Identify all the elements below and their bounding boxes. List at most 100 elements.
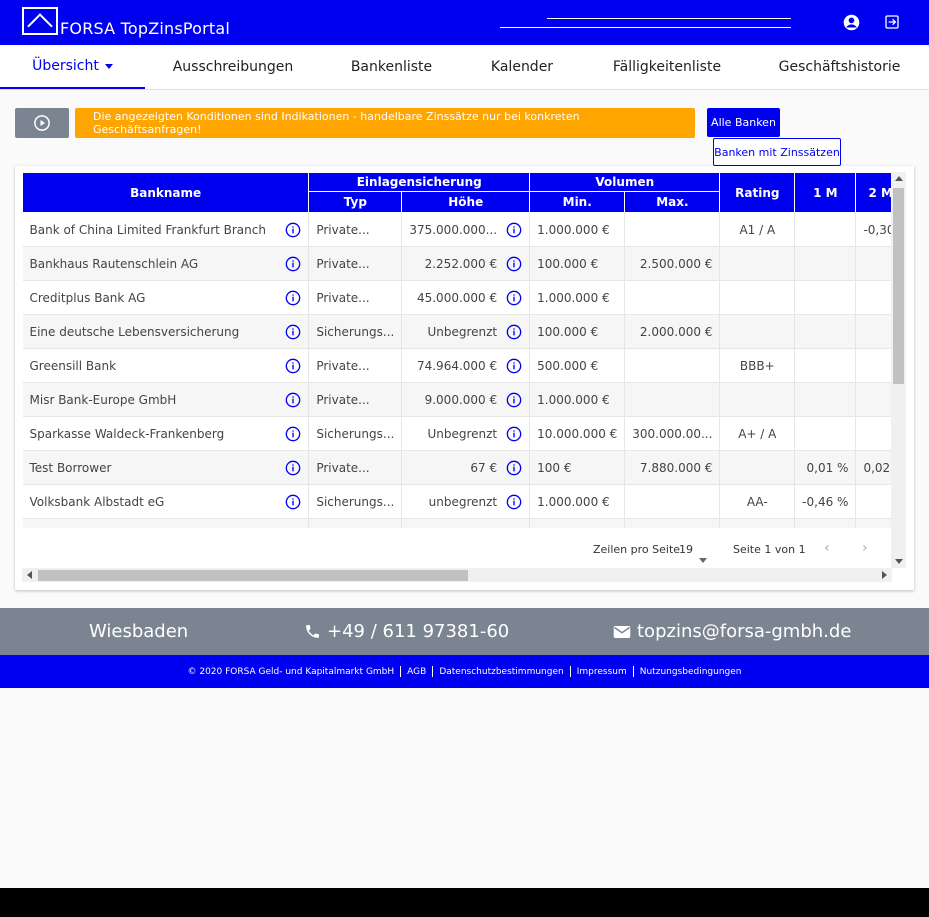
info-icon[interactable] xyxy=(506,494,522,510)
tab-uebersicht[interactable]: Übersicht xyxy=(0,45,145,89)
info-icon[interactable] xyxy=(285,256,301,272)
cell-hoehe: 2.252.000 € xyxy=(401,246,531,281)
link-nutzungsbedingungen[interactable]: Nutzungsbedingungen xyxy=(640,667,742,677)
vertical-scroll-thumb[interactable] xyxy=(893,188,904,384)
header-bankname[interactable]: Bankname xyxy=(22,172,310,213)
header-rating[interactable]: Rating xyxy=(719,172,796,213)
bank-name: Greensill Bank xyxy=(29,358,117,373)
table-row[interactable]: Sparkasse Waldeck-Frankenberg Sicherungs.… xyxy=(22,416,906,451)
table-row[interactable]: Test Borrower Private... 67 € 100 €7.880.00… xyxy=(22,450,906,485)
footer-phone[interactable]: +49 / 611 97381-60 xyxy=(304,621,509,642)
forsa-logo[interactable] xyxy=(22,7,58,35)
divider xyxy=(569,666,571,677)
cell-max: 300.000.00... xyxy=(624,416,721,451)
cell-1m xyxy=(794,246,857,281)
bank-name: Creditplus Bank AG xyxy=(29,290,146,305)
info-icon[interactable] xyxy=(506,256,522,272)
info-icon[interactable] xyxy=(506,324,522,340)
info-icon[interactable] xyxy=(506,392,522,408)
info-icon[interactable] xyxy=(506,426,522,442)
cell-typ: Private... xyxy=(308,450,403,485)
table-body: Bank of China Limited Frankfurt Branch Pr… xyxy=(22,212,906,553)
tab-faelligkeitenliste[interactable]: Fälligkeitenliste xyxy=(582,45,752,89)
link-impressum[interactable]: Impressum xyxy=(577,667,627,677)
tab-bankenliste[interactable]: Bankenliste xyxy=(321,45,462,89)
table-row[interactable]: Bankhaus Rautenschlein AG Private... 2.252… xyxy=(22,246,906,281)
header-typ[interactable]: Typ xyxy=(308,191,403,213)
table-row[interactable]: Creditplus Bank AG Private... 45.000.000 €… xyxy=(22,280,906,315)
table-row[interactable]: Eine deutsche Lebensversicherung Sicherun… xyxy=(22,314,906,349)
info-icon[interactable] xyxy=(506,222,522,238)
account-circle-icon[interactable] xyxy=(842,13,860,31)
cell-typ: Private... xyxy=(308,280,403,315)
cell-hoehe: 375.000.000... xyxy=(401,212,531,247)
horizontal-scroll-thumb[interactable] xyxy=(38,570,468,581)
rows-per-page-select[interactable]: 19 xyxy=(679,543,707,563)
tab-geschaeftshistorie[interactable]: Geschäftshistorie xyxy=(752,45,927,89)
info-icon[interactable] xyxy=(285,290,301,306)
cell-hoehe: 45.000.000 € xyxy=(401,280,531,315)
all-banks-button[interactable]: Alle Banken xyxy=(707,108,780,137)
header-1m[interactable]: 1 M xyxy=(794,172,857,213)
horizontal-scrollbar[interactable] xyxy=(22,568,892,582)
info-icon[interactable] xyxy=(285,324,301,340)
info-icon[interactable] xyxy=(506,358,522,374)
banks-with-rates-button[interactable]: Banken mit Zinssätzen xyxy=(713,138,841,166)
table-row[interactable]: Misr Bank-Europe GmbH Private... 9.000.000… xyxy=(22,382,906,417)
cell-max xyxy=(624,212,721,247)
info-icon[interactable] xyxy=(506,460,522,476)
bottom-black-bar xyxy=(0,888,929,917)
cell-bankname: Bank of China Limited Frankfurt Branch xyxy=(22,212,310,247)
next-page-icon[interactable]: › xyxy=(862,540,868,556)
info-icon[interactable] xyxy=(285,460,301,476)
email-address: topzins@forsa-gmbh.de xyxy=(637,621,852,642)
cell-min: 500.000 € xyxy=(529,348,626,383)
info-icon[interactable] xyxy=(506,290,522,306)
cell-1m xyxy=(794,416,857,451)
cell-max: 2.500.000 € xyxy=(624,246,721,281)
link-agb[interactable]: AGB xyxy=(407,667,426,677)
cell-min: 10.000.000 € xyxy=(529,416,626,451)
table-row[interactable]: Greensill Bank Private... 74.964.000 € 500.… xyxy=(22,348,906,383)
play-button[interactable] xyxy=(15,108,69,138)
info-icon[interactable] xyxy=(285,494,301,510)
tab-kalender[interactable]: Kalender xyxy=(462,45,582,89)
info-icon[interactable] xyxy=(285,222,301,238)
header-einlagensicherung: Einlagensicherung xyxy=(308,172,531,192)
header-min[interactable]: Min. xyxy=(529,191,626,213)
logout-icon[interactable] xyxy=(883,13,901,31)
previous-page-icon[interactable]: ‹ xyxy=(824,540,830,556)
pagination-bar: Zeilen pro Seite 19 Seite 1 von 1 ‹ › xyxy=(22,528,906,568)
info-icon[interactable] xyxy=(285,426,301,442)
brand-title[interactable]: FORSA TopZinsPortal xyxy=(60,19,230,38)
phone-icon xyxy=(306,625,319,638)
hoehe-value: unbegrenzt xyxy=(428,494,498,509)
cell-min: 100.000 € xyxy=(529,246,626,281)
hoehe-value: 67 € xyxy=(470,460,498,475)
cell-hoehe: 74.964.000 € xyxy=(401,348,531,383)
bank-name: Bank of China Limited Frankfurt Branch xyxy=(29,222,266,237)
tab-label: Übersicht xyxy=(32,58,99,74)
info-icon[interactable] xyxy=(285,392,301,408)
link-datenschutz[interactable]: Datenschutzbestimmungen xyxy=(439,667,563,677)
scroll-right-icon[interactable] xyxy=(882,571,887,579)
cell-typ: Private... xyxy=(308,212,403,247)
scroll-down-icon[interactable] xyxy=(895,559,903,564)
scroll-left-icon[interactable] xyxy=(27,571,32,579)
info-icon[interactable] xyxy=(285,358,301,374)
table-row[interactable]: Volksbank Albstadt eG Sicherungs... unbegr… xyxy=(22,484,906,519)
cell-typ: Sicherungs... xyxy=(308,484,403,519)
footer-email[interactable]: topzins@forsa-gmbh.de xyxy=(613,621,851,642)
cell-rating: A+ / A xyxy=(719,416,796,451)
tab-ausschreibungen[interactable]: Ausschreibungen xyxy=(145,45,321,89)
cell-typ: Private... xyxy=(308,382,403,417)
phone-number: +49 / 611 97381-60 xyxy=(327,621,510,642)
vertical-scrollbar[interactable] xyxy=(891,172,906,568)
cell-bankname: Bankhaus Rautenschlein AG xyxy=(22,246,310,281)
table-row[interactable]: Bank of China Limited Frankfurt Branch Pr… xyxy=(22,212,906,247)
cell-bankname: Greensill Bank xyxy=(22,348,310,383)
cell-min: 1.000.000 € xyxy=(529,382,626,417)
header-hoehe[interactable]: Höhe xyxy=(401,191,531,213)
header-max[interactable]: Max. xyxy=(624,191,721,213)
scroll-up-icon[interactable] xyxy=(895,176,903,181)
